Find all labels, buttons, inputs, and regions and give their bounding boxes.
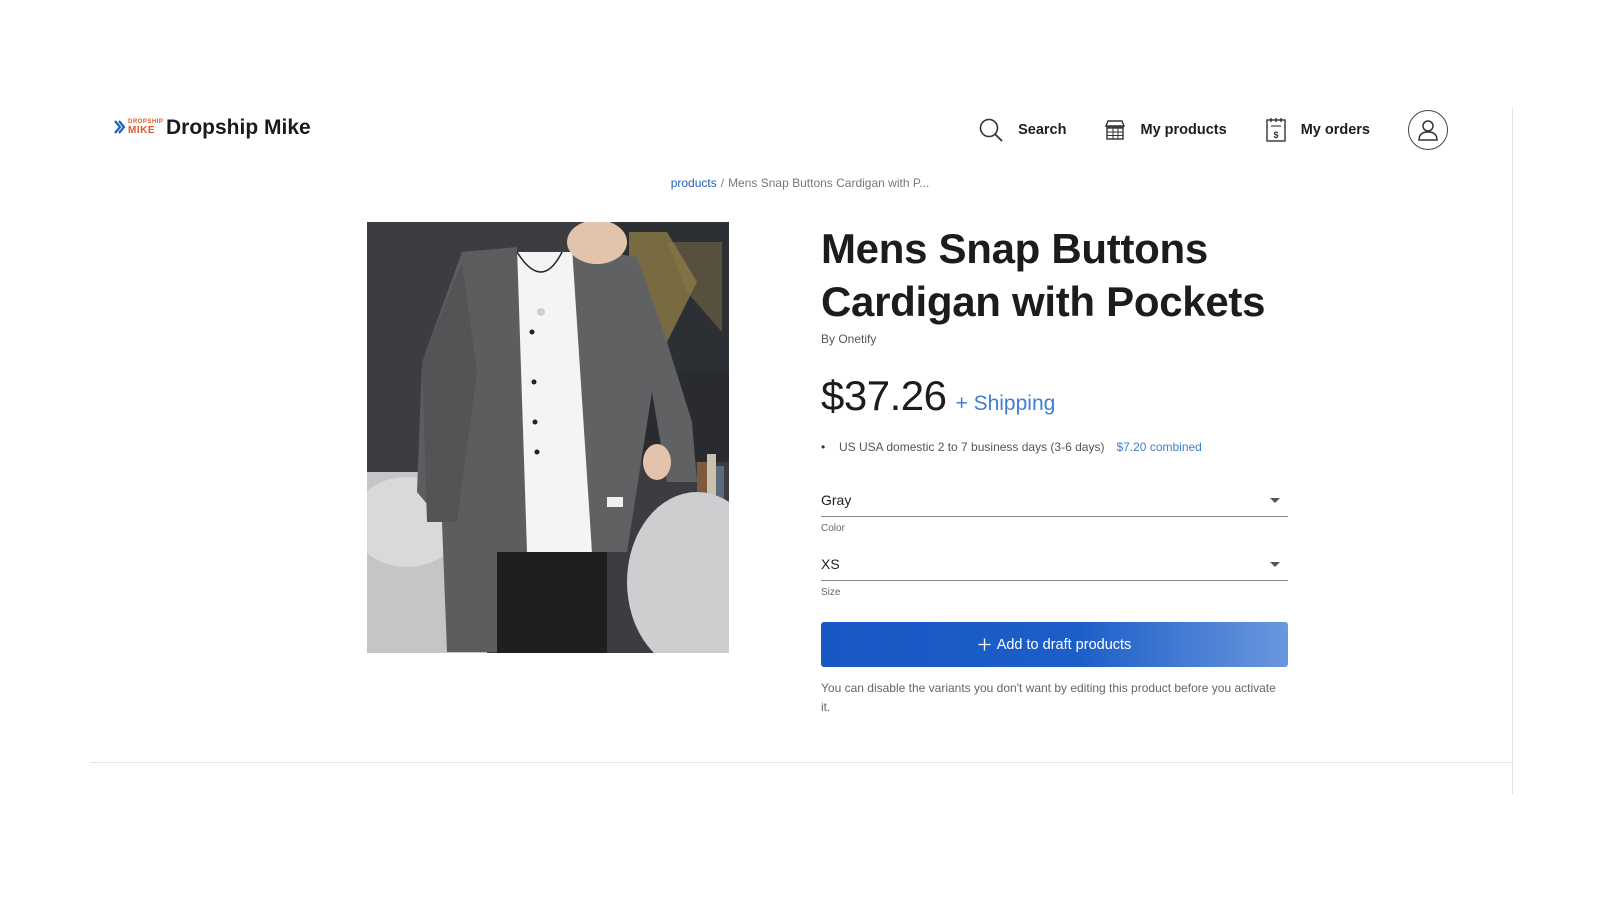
product-title: Mens Snap Buttons Cardigan with Pockets <box>821 225 1266 325</box>
product-info: Mens Snap Buttons Cardigan with Pockets … <box>821 222 1288 717</box>
store-icon <box>1105 120 1126 140</box>
breadcrumb-current: Mens Snap Buttons Cardigan with P... <box>728 176 930 190</box>
top-nav: Search My products $ My orders <box>978 110 1448 150</box>
user-avatar-button[interactable] <box>1408 110 1448 150</box>
search-icon <box>979 118 1003 142</box>
brand-name: Dropship Mike <box>166 116 311 139</box>
breadcrumb-separator: / <box>720 176 725 190</box>
shipping-detail: US USA domestic 2 to 7 business days (3-… <box>839 440 1105 454</box>
color-select-value[interactable]: Gray <box>821 492 1288 517</box>
size-select[interactable]: XS Size <box>821 556 1288 598</box>
nav-my-products-label: My products <box>1140 122 1227 138</box>
breadcrumb: products / Mens Snap Buttons Cardigan with… <box>0 176 1600 190</box>
size-select-label: Size <box>821 587 841 598</box>
bullet-icon: • <box>821 440 826 454</box>
product-vendor: By Onetify <box>821 332 877 346</box>
shipping-link[interactable]: + Shipping <box>955 392 1055 416</box>
nav-search[interactable]: Search <box>978 117 1066 143</box>
size-select-value[interactable]: XS <box>821 556 1288 581</box>
price-row: $37.26 + Shipping <box>821 372 1288 420</box>
shipping-option: • US USA domestic 2 to 7 business days (… <box>821 440 1288 454</box>
content-frame-bottom-border <box>90 762 1512 763</box>
nav-search-label: Search <box>1018 122 1067 138</box>
chevron-down-icon <box>1270 562 1280 567</box>
nav-my-orders-label: My orders <box>1300 122 1370 138</box>
plus-icon <box>978 638 991 651</box>
nav-my-products[interactable]: My products <box>1104 119 1227 141</box>
logo-big-text: MIKE <box>128 125 155 136</box>
product-image[interactable] <box>367 222 729 653</box>
product-price: $37.26 <box>821 372 947 419</box>
variants-note: You can disable the variants you don't w… <box>821 681 1276 714</box>
add-to-draft-button[interactable]: Add to draft products <box>821 622 1288 667</box>
logo-mark-icon: DROPSHIP MIKE <box>114 117 163 139</box>
breadcrumb-products-link[interactable]: products <box>671 176 717 190</box>
content-frame-right-border <box>1512 108 1513 794</box>
nav-my-orders[interactable]: $ My orders <box>1265 117 1370 143</box>
add-to-draft-label: Add to draft products <box>996 636 1132 653</box>
receipt-icon: $ <box>1265 118 1286 142</box>
brand-logo[interactable]: DROPSHIP MIKE Dropship Mike <box>114 116 311 140</box>
color-select-label: Color <box>821 523 845 534</box>
shipping-combined-price[interactable]: $7.20 combined <box>1116 440 1201 454</box>
svg-text:$: $ <box>1273 130 1278 140</box>
color-select[interactable]: Gray Color <box>821 492 1288 534</box>
chevron-down-icon <box>1270 498 1280 503</box>
user-icon <box>1418 120 1438 141</box>
